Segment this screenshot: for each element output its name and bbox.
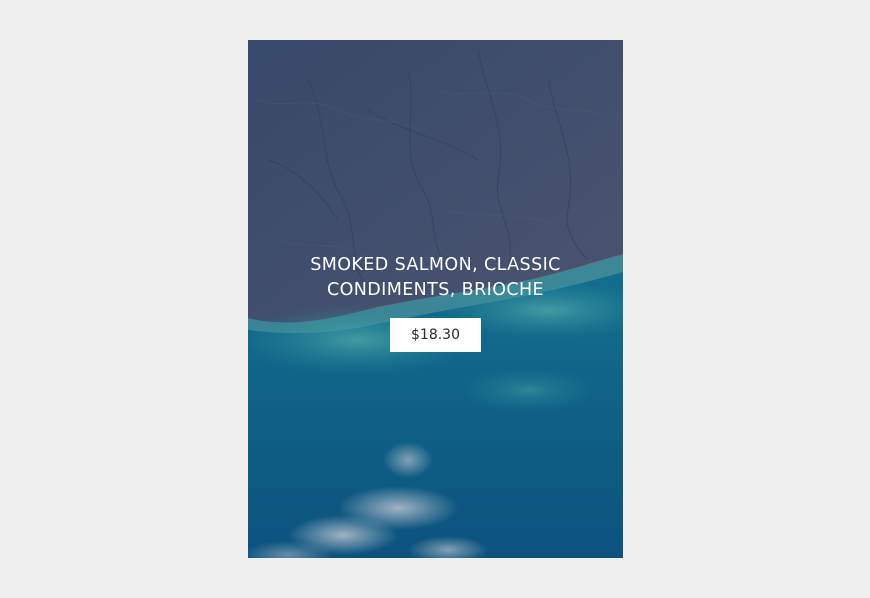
product-title: SMOKED SALMON, CLASSIC CONDIMENTS, BRIOC… (248, 253, 623, 303)
price-button[interactable]: $18.30 (390, 318, 481, 352)
product-card[interactable]: SMOKED SALMON, CLASSIC CONDIMENTS, BRIOC… (248, 40, 623, 558)
product-title-line-1: SMOKED SALMON, CLASSIC (310, 255, 561, 275)
product-title-line-2: CONDIMENTS, BRIOCHE (326, 280, 545, 300)
page-frame: SMOKED SALMON, CLASSIC CONDIMENTS, BRIOC… (0, 0, 870, 598)
